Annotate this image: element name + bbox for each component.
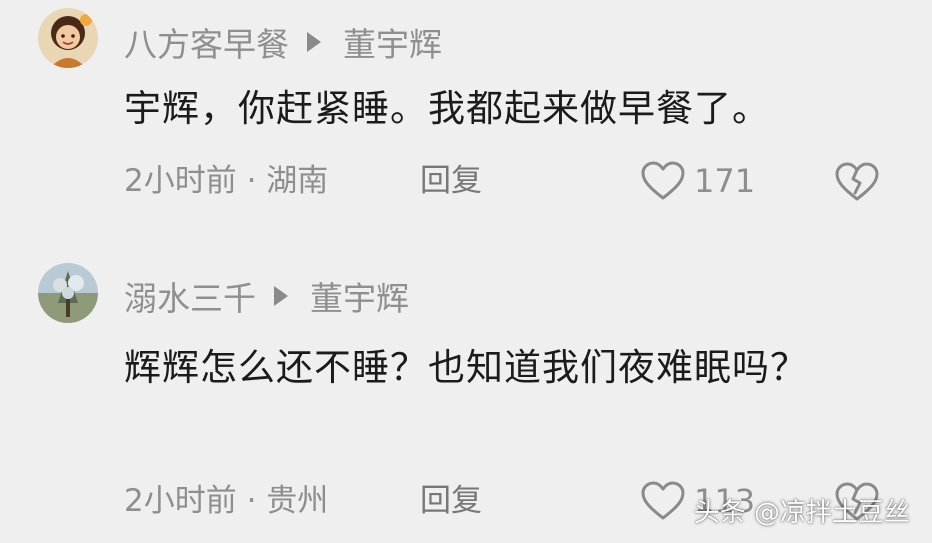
like-button[interactable]: 171 [640, 159, 755, 203]
comment-text: 辉辉怎么还不睡？也知道我们夜难眠吗？ [124, 346, 808, 389]
reply-to-username[interactable]: 董宇辉 [343, 18, 442, 66]
avatar[interactable] [38, 263, 98, 323]
dislike-button[interactable] [834, 161, 880, 211]
like-count: 171 [694, 162, 756, 200]
comment-header: 八方客早餐 董宇辉 [124, 18, 442, 66]
comment-text: 宇辉，你赶紧睡。我都起来做早餐了。 [124, 87, 770, 130]
time-location: 2小时前 · 湖南 [124, 163, 329, 199]
reply-to-arrow-icon [274, 286, 288, 306]
username[interactable]: 溺水三千 [124, 272, 256, 320]
avatar[interactable] [38, 8, 98, 68]
reply-to-username[interactable]: 董宇辉 [310, 272, 409, 320]
comment-footer: 2小时前 · 湖南 回复 171 [124, 159, 932, 203]
reply-to-arrow-icon [307, 32, 321, 52]
comment-header: 溺水三千 董宇辉 [124, 272, 409, 320]
reply-button[interactable]: 回复 [420, 159, 482, 203]
heart-like-icon [641, 161, 685, 200]
watermark: 头条 @凉拌土豆丝 [693, 498, 910, 528]
reply-button[interactable]: 回复 [420, 479, 482, 523]
heart-like-icon [641, 481, 685, 520]
username[interactable]: 八方客早餐 [124, 18, 289, 66]
time-location: 2小时前 · 贵州 [124, 483, 329, 519]
broken-heart-dislike-icon [835, 162, 879, 201]
